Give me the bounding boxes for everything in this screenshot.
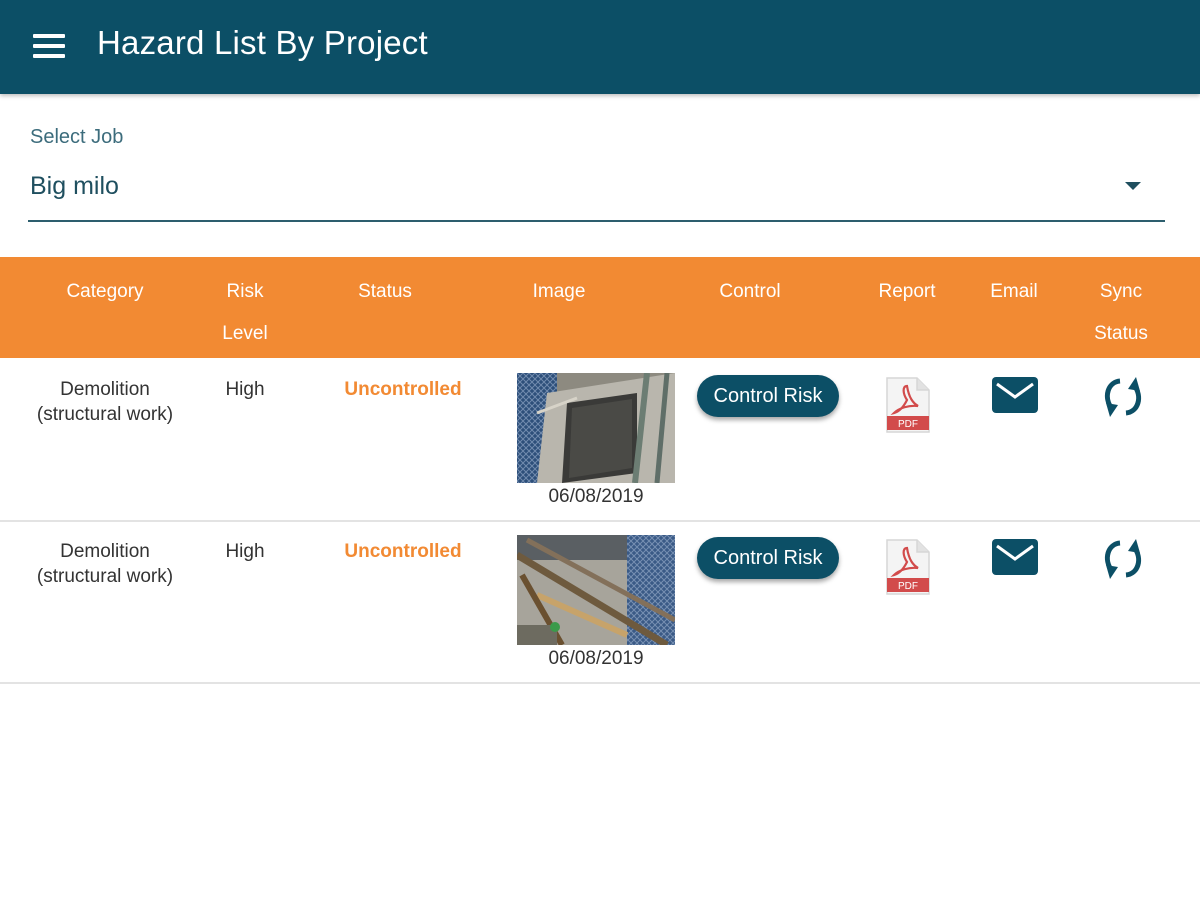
column-header-sync-status: Sync Status xyxy=(1094,281,1148,344)
hazard-photo-thumbnail[interactable] xyxy=(517,373,675,483)
column-header-status: Status xyxy=(358,281,412,302)
table-header: Category Risk Level Status Image Control… xyxy=(0,257,1200,358)
select-job-label: Select Job xyxy=(30,126,124,148)
category-cell: Demolition (structural work) xyxy=(36,541,174,587)
app-bar: Hazard List By Project xyxy=(0,0,1200,94)
hazard-photo-thumbnail[interactable] xyxy=(517,535,675,645)
pdf-badge: PDF xyxy=(898,419,918,430)
job-select-dropdown[interactable]: Big milo xyxy=(28,164,1165,222)
column-header-category: Category xyxy=(66,281,144,302)
category-cell: Demolition (structural work) xyxy=(36,379,174,425)
pdf-badge: PDF xyxy=(898,581,918,592)
pdf-icon[interactable]: PDF xyxy=(885,376,931,434)
column-header-email: Email xyxy=(990,281,1038,302)
hazard-photo xyxy=(517,535,675,645)
image-date: 06/08/2019 xyxy=(548,486,644,507)
status-cell: Uncontrolled xyxy=(344,541,462,562)
envelope-icon[interactable] xyxy=(991,538,1039,576)
column-header-risk-level: Risk Level xyxy=(222,281,268,344)
control-risk-button[interactable]: Control Risk xyxy=(697,375,839,417)
column-header-image: Image xyxy=(532,281,586,302)
control-risk-button[interactable]: Control Risk xyxy=(697,537,839,579)
risk-level-cell: High xyxy=(225,541,265,562)
risk-level-cell: High xyxy=(225,379,265,400)
table-row[interactable]: Demolition (structural work) High Uncont… xyxy=(0,521,1200,684)
job-select-value: Big milo xyxy=(30,172,119,200)
caret-down-icon xyxy=(1125,182,1141,190)
hazard-photo xyxy=(517,373,675,483)
sync-icon[interactable] xyxy=(1098,373,1148,421)
pdf-icon[interactable]: PDF xyxy=(885,538,931,596)
hamburger-menu-icon[interactable] xyxy=(30,30,70,64)
column-header-control: Control xyxy=(719,281,781,302)
sync-icon[interactable] xyxy=(1098,535,1148,583)
page-title: Hazard List By Project xyxy=(97,24,428,61)
envelope-icon[interactable] xyxy=(991,376,1039,414)
status-cell: Uncontrolled xyxy=(344,379,462,400)
table-row[interactable]: Demolition (structural work) High Uncont… xyxy=(0,359,1200,522)
image-date: 06/08/2019 xyxy=(548,648,644,669)
column-header-report: Report xyxy=(878,281,936,302)
